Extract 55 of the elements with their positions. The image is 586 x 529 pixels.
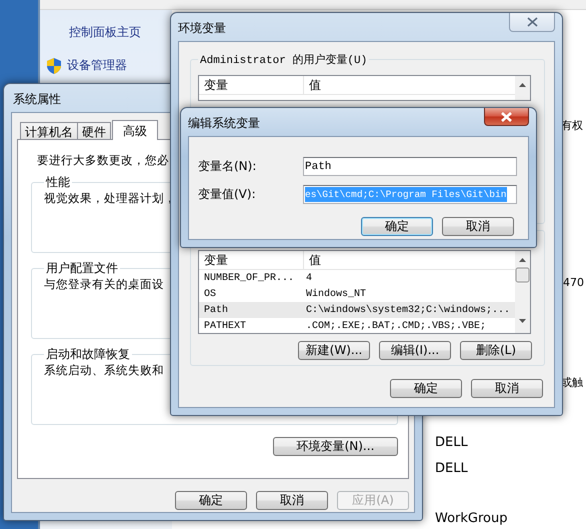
list-row[interactable]: PATHEXT .COM;.EXE;.BAT;.CMD;.VBS;.VBE; — [199, 318, 515, 334]
window-title: 环境变量 — [178, 20, 226, 37]
dialog-button[interactable]: 确定 — [361, 217, 433, 236]
window-title: 系统属性 — [13, 91, 61, 108]
dialog-button[interactable]: 取消 — [442, 217, 514, 236]
group-text: 系统启动、系统失败和 — [44, 363, 164, 378]
variable-name: PATHEXT — [203, 320, 248, 332]
list-action-button[interactable]: 编辑(I)... — [379, 341, 451, 360]
variable-name: NUMBER_OF_PR... — [203, 272, 296, 284]
scrollbar[interactable] — [515, 251, 530, 333]
environment-variables-button[interactable]: 环境变量(N)... — [273, 437, 398, 456]
detail-text: WorkGroup — [435, 511, 508, 526]
close-icon — [501, 112, 512, 122]
column-header[interactable]: 变量 — [199, 76, 304, 94]
close-icon — [526, 17, 538, 27]
variable-name: Path — [203, 304, 230, 316]
group-title: 用户配置文件 — [46, 261, 118, 275]
tab[interactable]: 计算机名 — [20, 122, 78, 139]
variable-value: Windows_NT — [305, 288, 366, 300]
intro-text: 要进行大多数更改，您必 — [37, 153, 169, 168]
window-title: 编辑系统变量 — [188, 115, 260, 132]
dialog-button[interactable]: 取消 — [256, 491, 328, 510]
list-row[interactable]: OS Windows_NT — [199, 286, 515, 302]
group-title: Administrator 的用户变量(U) — [200, 55, 368, 67]
dialog-button[interactable]: 取消 — [471, 379, 543, 398]
column-header[interactable]: 值 — [304, 251, 321, 269]
variable-value: C:\windows\system32;C:\windows;... — [305, 304, 510, 316]
detail-text: DELL — [435, 461, 468, 476]
detail-text: 470 — [563, 276, 584, 289]
sidebar-link[interactable]: 设备管理器 — [67, 57, 127, 74]
tab[interactable]: 高级 — [112, 120, 158, 140]
close-button[interactable] — [509, 13, 555, 32]
shield-icon — [47, 58, 61, 74]
list-action-button[interactable]: 新建(W)... — [298, 341, 370, 360]
list-row[interactable]: Path C:\windows\system32;C:\windows;... — [199, 302, 515, 318]
list-action-button[interactable]: 删除(L) — [460, 341, 532, 360]
scrollbar[interactable] — [515, 76, 530, 100]
field-label: 变量名(N): — [198, 158, 258, 175]
list-row[interactable]: NUMBER_OF_PR... 4 — [199, 270, 515, 286]
column-header[interactable]: 值 — [304, 76, 321, 94]
group-title: 启动和故障恢复 — [46, 347, 130, 361]
variable-value: 4 — [305, 272, 312, 284]
input-field[interactable]: Path — [303, 157, 517, 176]
detail-text: DELL — [435, 435, 468, 450]
tab[interactable]: 硬件 — [77, 122, 111, 139]
column-header[interactable]: 变量 — [199, 251, 304, 269]
group-text: 与您登录有关的桌面设 — [44, 277, 164, 292]
dialog-button[interactable]: 确定 — [390, 379, 462, 398]
variable-name: OS — [203, 288, 218, 300]
group-title: 性能 — [46, 175, 70, 189]
close-button[interactable] — [484, 108, 529, 126]
field-label: 变量值(V): — [198, 186, 257, 203]
sidebar-link[interactable]: 控制面板主页 — [69, 24, 141, 41]
variable-value: .COM;.EXE;.BAT;.CMD;.VBS;.VBE; — [305, 320, 486, 332]
dialog-button[interactable]: 确定 — [175, 491, 247, 510]
